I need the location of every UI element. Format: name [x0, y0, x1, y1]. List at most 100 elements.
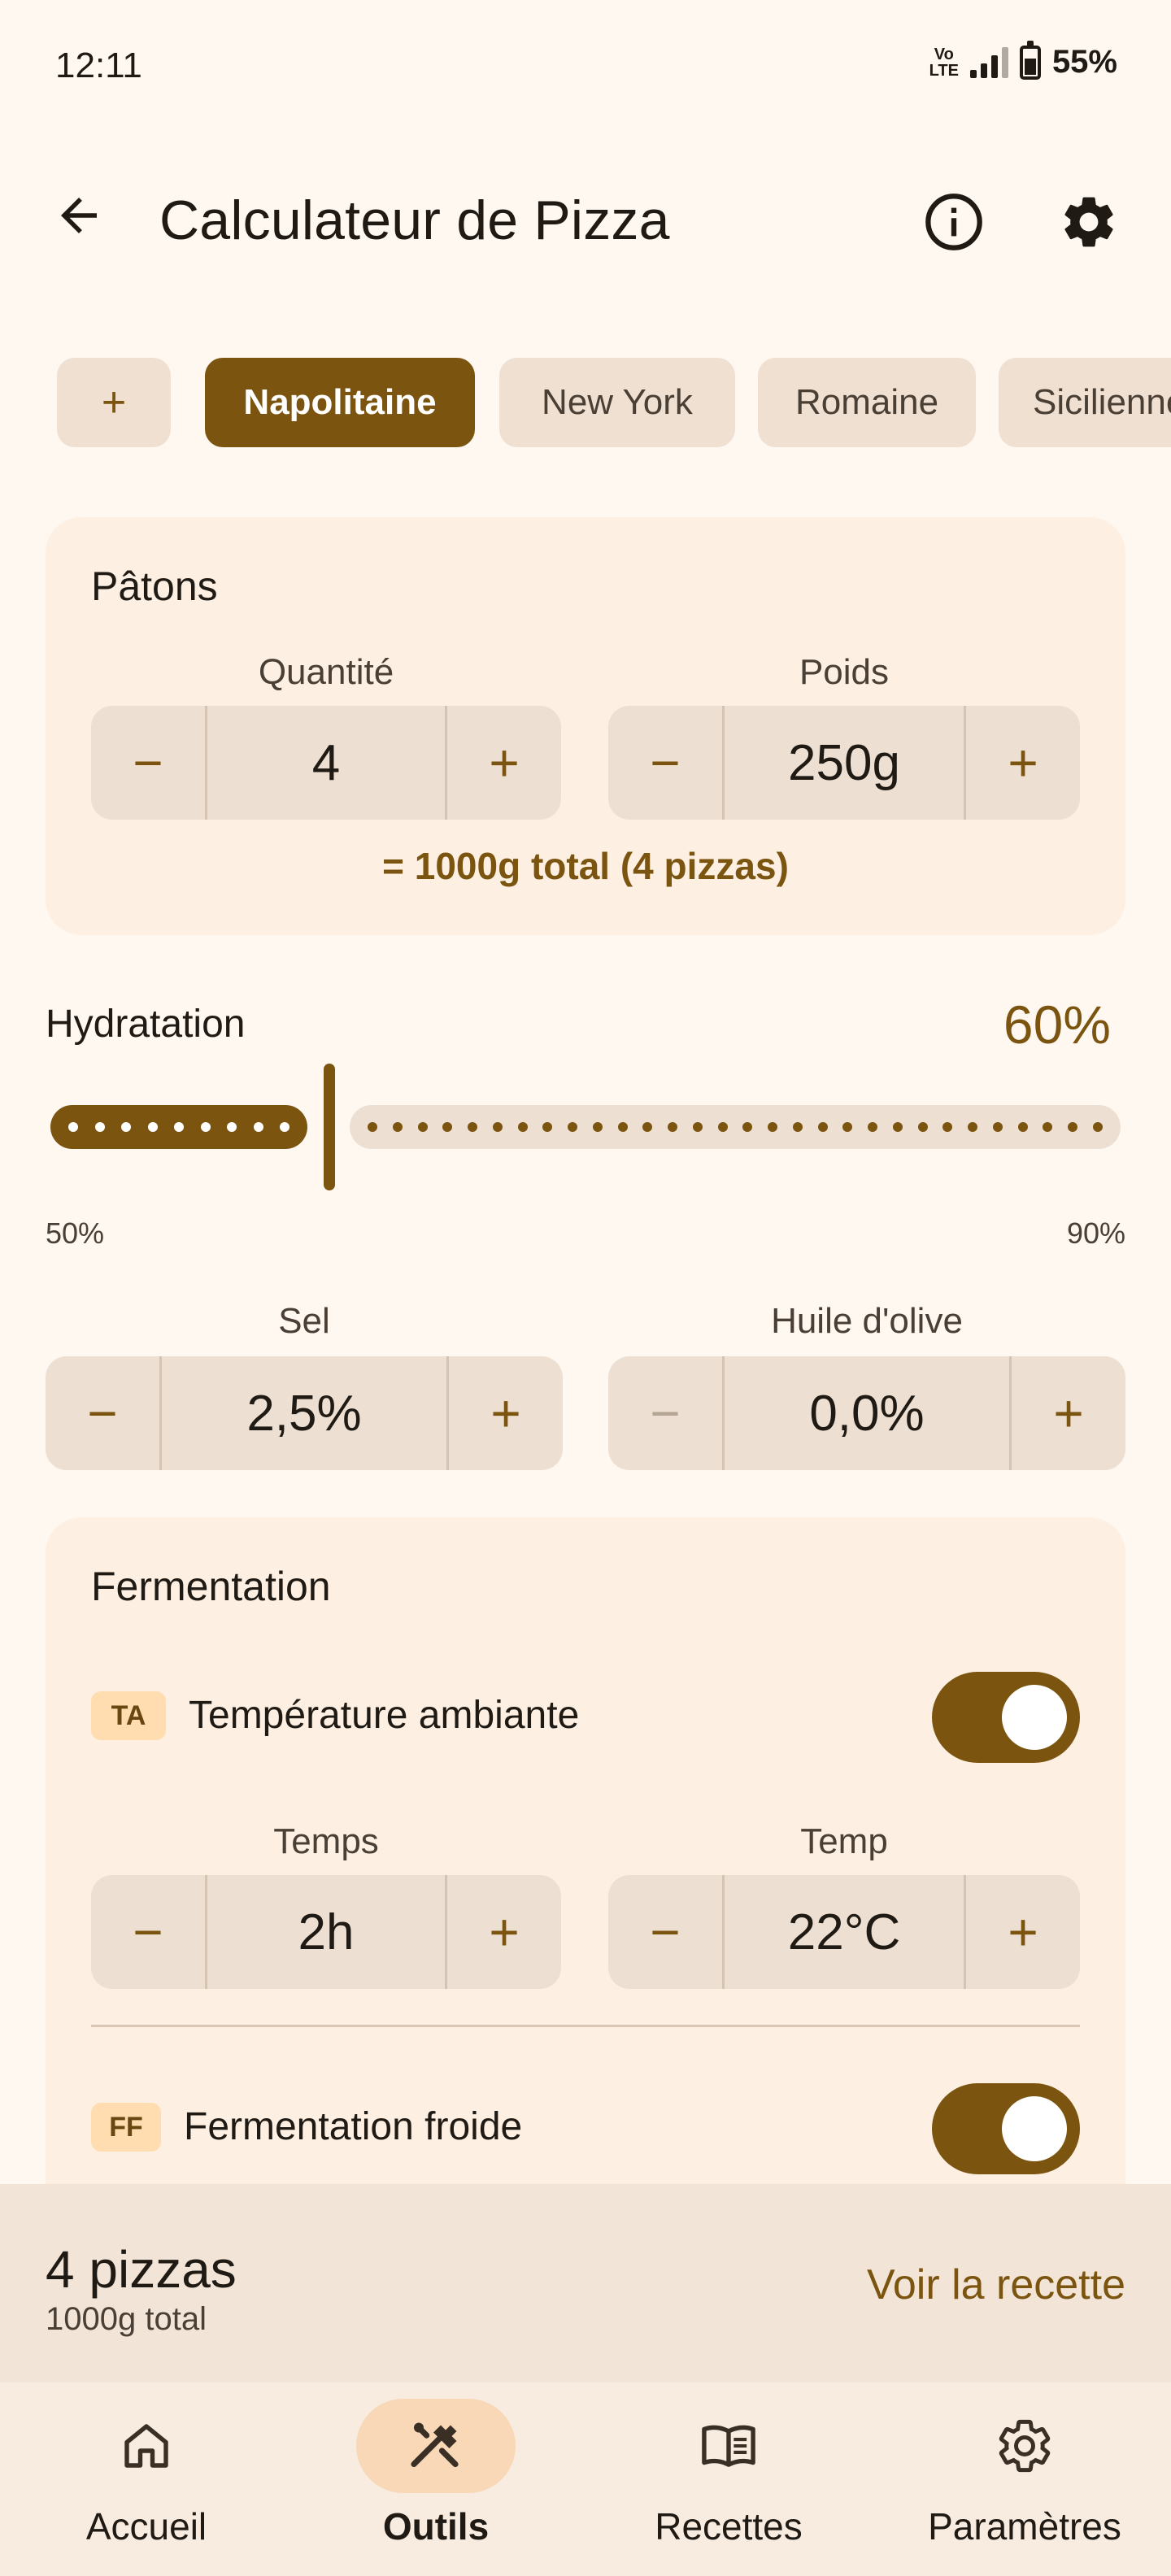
time-label: Temps	[273, 1821, 379, 1861]
time-minus-button[interactable]: −	[91, 1875, 205, 1989]
patons-total: = 1000g total (4 pizzas)	[382, 845, 789, 887]
hydration-value: 60%	[1003, 994, 1111, 1055]
slider-tick	[442, 1122, 453, 1132]
slider-tick	[542, 1122, 553, 1132]
chip-new-york[interactable]: New York	[499, 358, 735, 447]
nav-outils[interactable]: Outils	[289, 2399, 582, 2569]
slider-tick	[94, 1122, 105, 1132]
nav-label: Recettes	[655, 2505, 803, 2548]
view-recipe-button[interactable]: Voir la recette	[867, 2261, 1125, 2309]
slider-tick	[253, 1122, 263, 1132]
chip-napolitaine[interactable]: Napolitaine	[205, 358, 475, 447]
slider-tick	[174, 1122, 184, 1132]
info-button[interactable]	[919, 187, 989, 257]
battery-icon	[1019, 40, 1041, 80]
time-plus-button[interactable]: +	[447, 1875, 561, 1989]
back-button[interactable]	[49, 185, 109, 246]
room-temp-toggle[interactable]	[932, 1672, 1080, 1763]
weight-plus-button[interactable]: +	[966, 706, 1080, 820]
quantity-stepper: − 4 +	[91, 706, 561, 820]
slider-tick	[817, 1122, 828, 1132]
patons-card: Pâtons Quantité − 4 + Poids − 250g + = 1…	[46, 517, 1125, 935]
quantity-plus-button[interactable]: +	[447, 706, 561, 820]
salt-value[interactable]: 2,5%	[159, 1356, 449, 1470]
page-title: Calculateur de Pizza	[159, 189, 670, 251]
slider-thumb[interactable]	[324, 1064, 335, 1190]
slider-tick	[642, 1122, 653, 1132]
slider-tick	[668, 1122, 677, 1132]
slider-tick	[968, 1122, 977, 1132]
chip-sicilienne[interactable]: Sicilienne	[999, 358, 1171, 447]
oil-label: Huile d'olive	[771, 1301, 963, 1341]
room-temp-label: Température ambiante	[189, 1694, 580, 1737]
oil-stepper: − 0,0% +	[608, 1356, 1125, 1470]
slider-tick	[917, 1122, 928, 1132]
hydration-slider[interactable]	[50, 1064, 1121, 1190]
slider-tick	[992, 1122, 1003, 1132]
summary-pizzas: 4 pizzas	[46, 2240, 237, 2299]
fermentation-divider	[91, 2025, 1080, 2027]
slider-tick	[892, 1122, 903, 1132]
slider-tick	[768, 1122, 777, 1132]
temp-plus-button[interactable]: +	[966, 1875, 1080, 1989]
weight-value[interactable]: 250g	[722, 706, 966, 820]
slider-tick	[868, 1122, 877, 1132]
quantity-label: Quantité	[258, 652, 394, 692]
slider-tick	[368, 1122, 377, 1132]
salt-plus-button[interactable]: +	[449, 1356, 563, 1470]
hydration-label: Hydratation	[46, 1003, 246, 1046]
volte-icon: Vo LTE	[929, 45, 959, 80]
chip-romaine[interactable]: Romaine	[758, 358, 976, 447]
tools-icon	[411, 2422, 459, 2468]
slider-tick	[1092, 1122, 1103, 1132]
time-value[interactable]: 2h	[205, 1875, 447, 1989]
slider-tick	[517, 1122, 528, 1132]
cold-ferm-label: Fermentation froide	[184, 2105, 523, 2148]
status-time: 12:11	[55, 46, 142, 85]
weight-minus-button[interactable]: −	[608, 706, 722, 820]
nav-parametres[interactable]: Paramètres	[878, 2399, 1171, 2569]
slider-tick	[492, 1122, 503, 1132]
temp-value[interactable]: 22°C	[722, 1875, 966, 1989]
salt-label: Sel	[278, 1301, 330, 1341]
home-icon	[124, 2424, 168, 2468]
temp-minus-button[interactable]: −	[608, 1875, 722, 1989]
gear-icon	[1064, 197, 1113, 247]
cold-ferm-toggle[interactable]	[932, 2083, 1080, 2174]
weight-stepper: − 250g +	[608, 706, 1080, 820]
gear-icon	[999, 2419, 1051, 2473]
nav-label: Accueil	[85, 2505, 207, 2548]
oil-value[interactable]: 0,0%	[722, 1356, 1012, 1470]
hydration-min: 50%	[46, 1216, 105, 1250]
weight-label: Poids	[799, 652, 890, 692]
slider-active-track	[50, 1105, 307, 1149]
slider-tick	[842, 1122, 853, 1132]
signal-icon	[969, 46, 1008, 78]
slider-tick	[280, 1122, 289, 1132]
fermentation-title: Fermentation	[91, 1564, 331, 1609]
room-temp-badge: TA	[91, 1691, 166, 1740]
oil-plus-button[interactable]: +	[1012, 1356, 1125, 1470]
quantity-minus-button[interactable]: −	[91, 706, 205, 820]
nav-accueil[interactable]: Accueil	[0, 2399, 293, 2569]
summary-total: 1000g total	[46, 2301, 207, 2337]
settings-button[interactable]	[1054, 187, 1124, 257]
slider-tick	[717, 1122, 728, 1132]
slider-tick	[592, 1122, 603, 1132]
cold-ferm-badge: FF	[91, 2103, 161, 2152]
slider-tick	[200, 1122, 211, 1132]
slider-tick	[742, 1122, 753, 1132]
slider-tick	[942, 1122, 953, 1132]
oil-minus-button[interactable]: −	[608, 1356, 722, 1470]
nav-label: Outils	[382, 2505, 490, 2548]
hydration-max: 90%	[1066, 1216, 1125, 1250]
slider-tick	[68, 1122, 78, 1132]
salt-minus-button[interactable]: −	[46, 1356, 159, 1470]
add-style-chip[interactable]: +	[57, 358, 171, 447]
slider-tick	[1017, 1122, 1028, 1132]
slider-tick	[692, 1122, 703, 1132]
quantity-value[interactable]: 4	[205, 706, 447, 820]
slider-tick	[617, 1122, 628, 1132]
nav-recettes[interactable]: Recettes	[582, 2399, 875, 2569]
slider-tick	[1068, 1122, 1077, 1132]
